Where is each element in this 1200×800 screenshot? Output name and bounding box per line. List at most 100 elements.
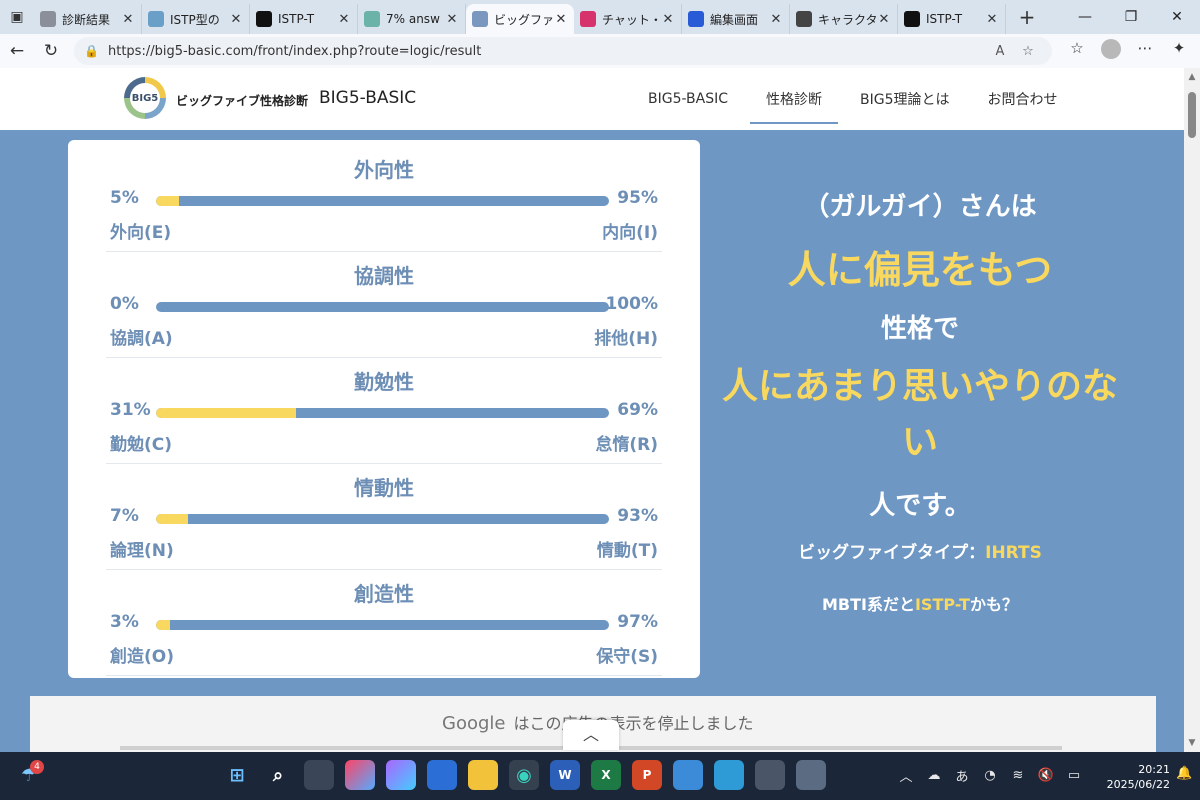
file-explorer-icon[interactable] [468, 760, 498, 790]
trait-left-percent: 7% [110, 506, 139, 526]
url-text[interactable]: https://big5-basic.com/front/index.php?r… [108, 44, 986, 59]
edge-icon[interactable]: ◉ [509, 760, 539, 790]
tab-close-icon[interactable]: ✕ [229, 12, 243, 27]
read-aloud-icon[interactable]: A [986, 44, 1014, 59]
page-scrollbar[interactable]: ▲ ▼ [1184, 68, 1200, 752]
tab-close-icon[interactable]: ✕ [985, 12, 999, 27]
restore-icon[interactable]: ❐ [1108, 0, 1154, 34]
result-trait-line: 人に偏見をもつ [787, 248, 1053, 292]
tab-favicon-icon [472, 11, 488, 27]
tab-title: 7% answ [386, 12, 440, 26]
word-icon[interactable]: W [550, 760, 580, 790]
scroll-down-icon[interactable]: ▼ [1184, 738, 1200, 748]
ime-indicator[interactable]: あ [948, 766, 976, 785]
close-window-icon[interactable]: ✕ [1154, 0, 1200, 34]
big5-type-label: ビッグファイブタイプ： [798, 543, 986, 563]
copilot-icon[interactable]: ✦ [1162, 39, 1196, 63]
camera-icon[interactable] [755, 760, 785, 790]
trait-progress-bar [156, 408, 609, 418]
task-view-icon[interactable] [304, 760, 334, 790]
minimize-icon[interactable]: — [1062, 0, 1108, 34]
start-icon[interactable]: ⊞ [222, 760, 252, 790]
browser-tab[interactable]: キャラクター✕ [790, 4, 898, 34]
trait-row: 情動性 7% 93% 論理(N) 情動(T) [106, 464, 662, 570]
lock-icon[interactable]: 🔒 [84, 44, 102, 58]
trait-name: 創造性 [354, 582, 414, 606]
search-icon[interactable]: ⌕ [263, 760, 293, 790]
tab-favicon-icon [688, 11, 704, 27]
trait-name: 協調性 [354, 264, 414, 288]
tab-favicon-icon [904, 11, 920, 27]
tab-title: 診断結果 [62, 12, 111, 27]
tab-close-icon[interactable]: ✕ [121, 12, 135, 27]
calculator-icon[interactable] [796, 760, 826, 790]
brand-subtitle[interactable]: ビッグファイブ性格診断 [176, 92, 308, 109]
google-logo: Google [442, 713, 506, 734]
profile-avatar[interactable] [1094, 39, 1128, 63]
ad-message: はこの広告の表示を停止しました [513, 714, 754, 733]
battery-icon[interactable]: ▭ [1060, 768, 1088, 783]
tab-actions-icon[interactable]: ▣ [0, 0, 34, 34]
trait-left-label: 外向(E) [110, 223, 172, 243]
favorite-star-icon[interactable]: ☆ [1014, 44, 1042, 59]
browser-tab[interactable]: ビッグファイ✕ [466, 4, 574, 34]
chevron-up-icon[interactable]: ︿ [892, 766, 920, 785]
volume-mute-icon[interactable]: 🔇 [1032, 768, 1060, 783]
trait-left-label: 創造(O) [110, 647, 174, 667]
collapse-ad-button[interactable]: ︿ [563, 720, 619, 750]
tab-close-icon[interactable]: ✕ [337, 12, 351, 27]
trait-left-label: 勤勉(C) [110, 435, 173, 455]
powerpoint-icon[interactable]: P [632, 760, 662, 790]
tab-close-icon[interactable]: ✕ [769, 12, 783, 27]
browser-tab[interactable]: 診断結果 ✕ [34, 4, 142, 34]
trait-left-percent: 31% [110, 400, 151, 420]
tab-close-icon[interactable]: ✕ [445, 12, 459, 27]
back-icon[interactable]: ← [0, 41, 34, 61]
tab-close-icon[interactable]: ✕ [877, 12, 891, 27]
trait-right-percent: 95% [617, 188, 658, 208]
scroll-up-icon[interactable]: ▲ [1184, 72, 1200, 82]
nav-item[interactable]: お問合わせ [972, 68, 1074, 130]
notepad-icon[interactable] [673, 760, 703, 790]
favorites-icon[interactable]: ☆ [1060, 39, 1094, 63]
browser-tab[interactable]: 編集画面 ✕ [682, 4, 790, 34]
site-logo[interactable]: BIG5 [124, 77, 166, 119]
address-toolbar: ← ↻ 🔒 https://big5-basic.com/front/index… [0, 34, 1200, 68]
browser-tab[interactable]: ISTP-T ✕ [250, 4, 358, 34]
m365-icon[interactable] [386, 760, 416, 790]
nav-item[interactable]: 性格診断 [750, 68, 839, 130]
browser-tab[interactable]: ISTP-T ✕ [898, 4, 1006, 34]
tab-close-icon[interactable]: ✕ [554, 12, 568, 27]
browser-tab[interactable]: チャット・ ✕ [574, 4, 682, 34]
new-tab-button[interactable]: + [1012, 5, 1042, 29]
maps-icon[interactable] [714, 760, 744, 790]
excel-icon[interactable]: X [591, 760, 621, 790]
scrollbar-thumb[interactable] [1188, 92, 1196, 138]
tab-favicon-icon [364, 11, 380, 27]
store-icon[interactable] [427, 760, 457, 790]
nav-item[interactable]: BIG5-BASIC [632, 68, 744, 130]
refresh-icon[interactable]: ↻ [34, 41, 68, 61]
weather-widget-icon[interactable]: ☂ 4 [14, 760, 44, 790]
cloud-icon[interactable]: ☁ [920, 768, 948, 783]
nav-item[interactable]: BIG5理論とは [844, 68, 966, 130]
trait-right-percent: 97% [617, 612, 658, 632]
clock-time: 20:21 [1138, 763, 1170, 776]
more-menu-icon[interactable]: ⋯ [1128, 39, 1162, 63]
system-clock[interactable]: 20:21 2025/06/22 [1100, 762, 1170, 792]
window-controls: — ❐ ✕ [1062, 0, 1200, 34]
brand-title[interactable]: BIG5-BASIC [319, 88, 416, 108]
tab-list: 診断結果✕ISTP型の✕ISTP-T✕7% answ✕ビッグファイ✕チャット・✕… [34, 0, 1006, 34]
mbti-prefix: MBTI系だと [821, 595, 915, 614]
notification-bell-icon[interactable]: 🔔 [1176, 766, 1192, 781]
trait-right-label: 情動(T) [596, 541, 658, 561]
address-bar[interactable]: 🔒 https://big5-basic.com/front/index.php… [74, 37, 1052, 65]
tab-close-icon[interactable]: ✕ [661, 12, 675, 27]
focus-icon[interactable]: ◔ [976, 768, 1004, 783]
trait-progress-bar [156, 302, 609, 312]
wifi-icon[interactable]: ≋ [1004, 768, 1032, 783]
browser-tab[interactable]: 7% answ ✕ [358, 4, 466, 34]
copilot-app-icon[interactable] [345, 760, 375, 790]
system-tray: ︿ ☁ あ ◔ ≋ 🔇 ▭ [892, 760, 1088, 790]
browser-tab[interactable]: ISTP型の ✕ [142, 4, 250, 34]
